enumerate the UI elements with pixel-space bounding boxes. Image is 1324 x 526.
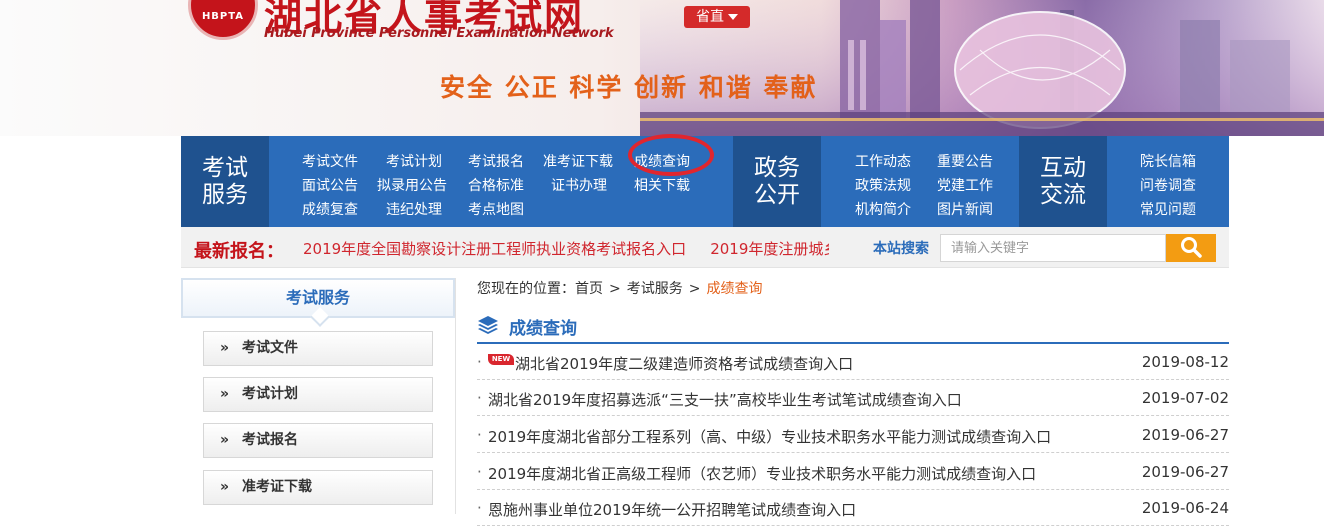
nav-link-violations[interactable]: 违纪处理 [386, 199, 442, 219]
sidebar-item-label: 考试文件 [242, 340, 298, 356]
list-item: · 恩施州事业单位2019年统一公开招聘笔试成绩查询入口 2019-06-24 [477, 490, 1229, 526]
nav-link-admission-ticket[interactable]: 准考证下载 [543, 151, 613, 171]
chevron-down-icon [728, 14, 738, 20]
nav-link-director-mailbox[interactable]: 院长信箱 [1140, 151, 1196, 171]
region-select-button[interactable]: 省直 [684, 6, 750, 28]
list-item-title[interactable]: 2019年度湖北省正高级工程师（农艺师）专业技术职务水平能力测试成绩查询入口 [488, 463, 1036, 484]
nav-link-exam-map[interactable]: 考点地图 [468, 199, 524, 219]
breadcrumb: 您现在的位置：首页 > 考试服务 > 成绩查询 [477, 278, 762, 298]
search-label: 本站搜索 [873, 241, 929, 257]
logo-text: HBPTA [201, 11, 245, 22]
search-input[interactable] [940, 234, 1166, 262]
bullet-dot: · [477, 389, 482, 407]
sidebar-item-exam-plan[interactable]: » 考试计划 [203, 377, 433, 412]
nav-link-survey[interactable]: 问卷调查 [1140, 175, 1196, 195]
double-chevron-right-icon: » [220, 386, 230, 402]
sidebar-item-label: 考试报名 [242, 432, 298, 448]
ticker-item[interactable]: 2019年度全国勘察设计注册工程师执业资格考试报名入口 [303, 240, 686, 258]
list-item: · 2019年度湖北省正高级工程师（农艺师）专业技术职务水平能力测试成绩查询入口… [477, 454, 1229, 490]
nav-section-exam-service: 考试服务 [181, 136, 269, 227]
breadcrumb-separator: > [609, 281, 621, 297]
bullet-dot: · [477, 463, 482, 481]
nav-link-work-news[interactable]: 工作动态 [855, 151, 911, 171]
new-badge: NEW [488, 354, 514, 365]
nav-link-downloads[interactable]: 相关下载 [634, 175, 690, 195]
layers-icon [478, 316, 498, 334]
nav-link-policy[interactable]: 政策法规 [855, 175, 911, 195]
list-item-date: 2019-08-12 [1141, 353, 1229, 371]
search-button[interactable] [1166, 234, 1216, 262]
nav-link-certificate[interactable]: 证书办理 [551, 175, 607, 195]
list-item-date: 2019-07-02 [1141, 389, 1229, 407]
breadcrumb-exam-service-link[interactable]: 考试服务 [627, 281, 683, 297]
latest-registration-label: 最新报名： [194, 241, 284, 262]
list-item: · NEW 湖北省2019年度二级建造师资格考试成绩查询入口 2019-08-1… [477, 344, 1229, 380]
list-item-date: 2019-06-24 [1141, 499, 1229, 517]
bullet-dot: · [477, 353, 482, 371]
ticker-item[interactable]: 2019年度注册城乡规划师职业资格考试报名入口 [710, 240, 829, 258]
double-chevron-right-icon: » [220, 479, 230, 495]
list-item-date: 2019-06-27 [1141, 463, 1229, 481]
sidebar-item-exam-registration[interactable]: » 考试报名 [203, 423, 433, 458]
list-item-title[interactable]: 恩施州事业单位2019年统一公开招聘笔试成绩查询入口 [488, 499, 856, 520]
double-chevron-right-icon: » [220, 432, 230, 448]
sidebar-item-admission-ticket[interactable]: » 准考证下载 [203, 470, 433, 505]
list-item-date: 2019-06-27 [1141, 426, 1229, 444]
latest-registration-bar: 最新报名： 2019年度全国勘察设计注册工程师执业资格考试报名入口 2019年度注… [181, 227, 1229, 268]
nav-section-government: 政务公开 [733, 136, 821, 227]
site-title-en: Hubei Province Personnel Examination Net… [264, 26, 614, 41]
bullet-dot: · [477, 426, 482, 444]
list-item: · 湖北省2019年度招募选派“三支一扶”高校毕业生考试笔试成绩查询入口 201… [477, 380, 1229, 416]
nav-link-exam-registration[interactable]: 考试报名 [468, 151, 524, 171]
nav-link-exam-plan[interactable]: 考试计划 [386, 151, 442, 171]
nav-section-interaction: 互动交流 [1019, 136, 1107, 227]
search-icon [1181, 236, 1202, 258]
logo[interactable]: HBPTA [188, 0, 258, 40]
list-item-title[interactable]: 2019年度湖北省部分工程系列（高、中级）专业技术职务水平能力测试成绩查询入口 [488, 426, 1051, 447]
highlight-circle-annotation [628, 134, 714, 176]
breadcrumb-separator: > [688, 281, 701, 297]
nav-link-faq[interactable]: 常见问题 [1140, 199, 1196, 219]
site-banner: HBPTA 湖北省人事考试网 Hubei Province Personnel … [0, 0, 1324, 136]
nav-link-hire-notice[interactable]: 拟录用公告 [377, 175, 447, 195]
nav-link-party-work[interactable]: 党建工作 [937, 175, 993, 195]
nav-link-about[interactable]: 机构简介 [855, 199, 911, 219]
sidebar-divider [455, 278, 456, 514]
sidebar-item-exam-docs[interactable]: » 考试文件 [203, 331, 433, 366]
site-slogan: 安全 公正 科学 创新 和谐 奉献 [440, 73, 818, 102]
nav-link-score-review[interactable]: 成绩复查 [302, 199, 358, 219]
list-item: · 2019年度湖北省部分工程系列（高、中级）专业技术职务水平能力测试成绩查询入… [477, 417, 1229, 453]
bullet-dot: · [477, 499, 482, 517]
nav-link-photo-news[interactable]: 图片新闻 [937, 199, 993, 219]
nav-link-pass-standard[interactable]: 合格标准 [468, 175, 524, 195]
list-item-title[interactable]: 湖北省2019年度二级建造师资格考试成绩查询入口 [515, 353, 853, 374]
breadcrumb-current: 成绩查询 [706, 281, 763, 297]
sidebar-item-label: 准考证下载 [242, 479, 312, 495]
sidebar-item-label: 考试计划 [242, 386, 298, 402]
section-title: 成绩查询 [509, 319, 577, 339]
nav-link-important-notice[interactable]: 重要公告 [937, 151, 993, 171]
nav-link-exam-docs[interactable]: 考试文件 [302, 151, 358, 171]
nav-link-interview-notice[interactable]: 面试公告 [302, 175, 358, 195]
latest-registration-ticker: 2019年度全国勘察设计注册工程师执业资格考试报名入口 2019年度注册城乡规划师… [303, 238, 829, 259]
double-chevron-right-icon: » [220, 340, 230, 356]
sidebar-title: 考试服务 [181, 278, 455, 318]
breadcrumb-prefix: 您现在的位置： [477, 281, 575, 297]
list-item-title[interactable]: 湖北省2019年度招募选派“三支一扶”高校毕业生考试笔试成绩查询入口 [488, 389, 962, 410]
breadcrumb-home-link[interactable]: 首页 [575, 281, 603, 297]
region-select-label: 省直 [696, 9, 724, 25]
